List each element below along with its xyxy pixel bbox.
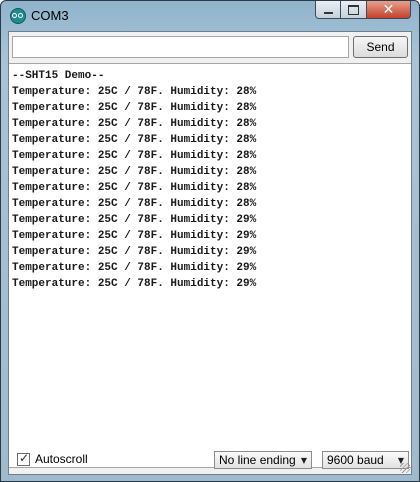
output-line: Temperature: 25C / 78F. Humidity: 28% <box>12 86 257 98</box>
maximize-icon <box>348 4 359 15</box>
output-line: Temperature: 25C / 78F. Humidity: 28% <box>12 166 257 178</box>
output-line: --SHT15 Demo-- <box>12 70 105 82</box>
baud-rate-select[interactable]: 9600 baud ▼ <box>322 451 409 469</box>
output-line: Temperature: 25C / 78F. Humidity: 28% <box>12 118 257 130</box>
serial-monitor-client: Send --SHT15 Demo-- Temperature: 25C / 78… <box>8 31 412 475</box>
autoscroll-label: Autoscroll <box>35 452 88 466</box>
minimize-icon <box>323 11 333 14</box>
output-line: Temperature: 25C / 78F. Humidity: 28% <box>12 102 257 114</box>
maximize-button[interactable] <box>341 1 367 19</box>
output-line: Temperature: 25C / 78F. Humidity: 28% <box>12 182 257 194</box>
autoscroll-checkbox[interactable] <box>17 451 30 466</box>
close-button[interactable]: ✕ <box>367 1 411 19</box>
output-line: Temperature: 25C / 78F. Humidity: 29% <box>12 278 257 290</box>
baud-rate-value: 9600 baud <box>327 453 384 467</box>
window-controls: ✕ <box>315 1 411 21</box>
bottom-bar: Autoscroll No line ending ▼ 9600 baud ▼ <box>9 444 411 474</box>
send-button[interactable]: Send <box>353 36 408 58</box>
title-bar[interactable]: COM3 ✕ <box>1 1 419 31</box>
output-line: Temperature: 25C / 78F. Humidity: 28% <box>12 150 257 162</box>
output-line: Temperature: 25C / 78F. Humidity: 28% <box>12 198 257 210</box>
autoscroll-toggle[interactable]: Autoscroll <box>17 451 88 466</box>
window-title: COM3 <box>31 8 69 23</box>
resize-grip[interactable] <box>400 463 410 473</box>
send-input[interactable] <box>12 36 349 58</box>
output-line: Temperature: 25C / 78F. Humidity: 28% <box>12 134 257 146</box>
arduino-icon <box>10 8 26 24</box>
minimize-button[interactable] <box>315 1 341 19</box>
line-ending-select[interactable]: No line ending ▼ <box>214 451 312 469</box>
close-icon: ✕ <box>382 1 395 17</box>
serial-output[interactable]: --SHT15 Demo-- Temperature: 25C / 78F. Hu… <box>9 63 411 468</box>
output-line: Temperature: 25C / 78F. Humidity: 29% <box>12 262 257 274</box>
output-line: Temperature: 25C / 78F. Humidity: 29% <box>12 246 257 258</box>
output-line: Temperature: 25C / 78F. Humidity: 29% <box>12 214 257 226</box>
output-line: Temperature: 25C / 78F. Humidity: 29% <box>12 230 257 242</box>
line-ending-value: No line ending <box>219 453 296 467</box>
serial-monitor-window: COM3 ✕ Send --SHT15 Demo-- Temperature: 2… <box>0 0 420 482</box>
chevron-down-icon: ▼ <box>300 455 307 465</box>
